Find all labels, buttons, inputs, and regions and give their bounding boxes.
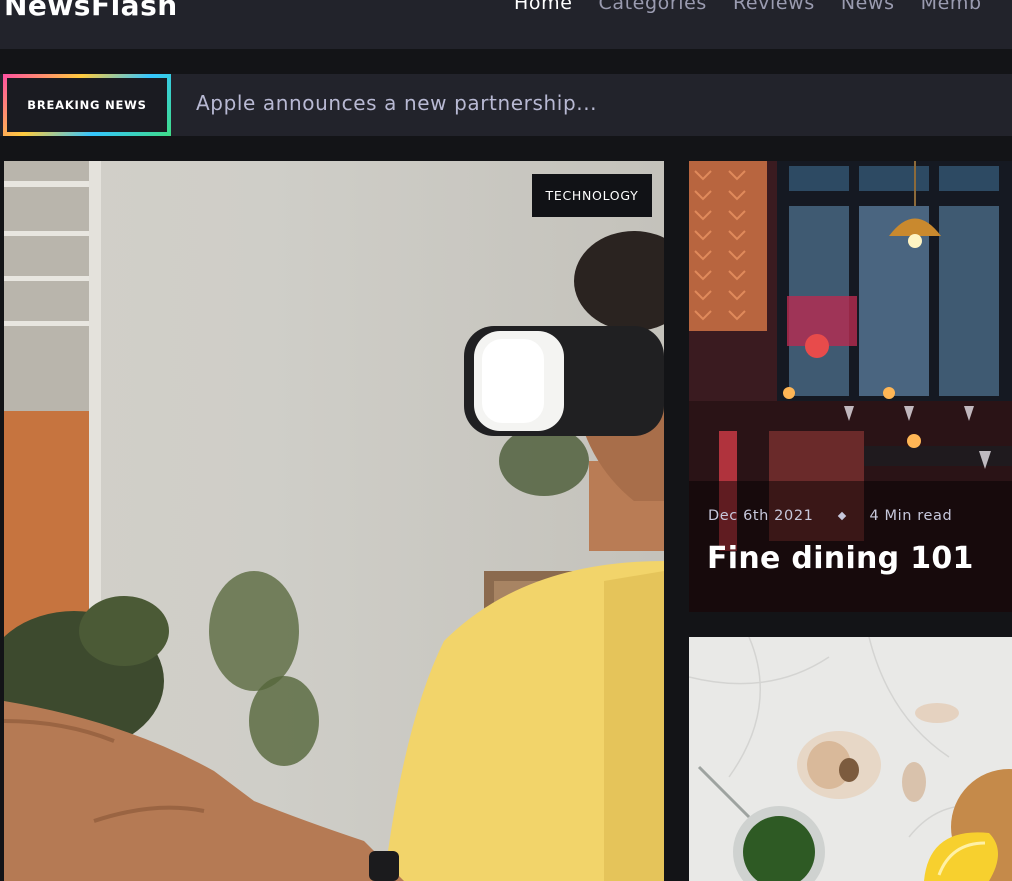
main-nav: Home Categories Reviews News Memb [514, 0, 982, 16]
page: NewsFlash Home Categories Reviews News M… [0, 0, 1012, 881]
featured-article-card[interactable]: TECHNOLOGY [4, 161, 664, 881]
article-title[interactable]: Fine dining 101 [707, 541, 974, 576]
featured-article-image [4, 161, 664, 881]
nav-home[interactable]: Home [514, 0, 573, 16]
category-tag[interactable]: TECHNOLOGY [532, 174, 652, 217]
site-logo[interactable]: NewsFlash [4, 0, 178, 22]
top-header: NewsFlash Home Categories Reviews News M… [0, 0, 1012, 49]
nav-membership[interactable]: Memb [921, 0, 982, 16]
article-card-food[interactable] [689, 637, 1012, 881]
breaking-news-bar: BREAKING NEWS Apple announces a new part… [0, 74, 1012, 136]
breaking-news-headline[interactable]: Apple announces a new partnership... [196, 91, 597, 115]
breaking-news-label: BREAKING NEWS [27, 98, 147, 112]
article-read-time: 4 Min read [869, 508, 953, 524]
breaking-news-badge: BREAKING NEWS [3, 74, 171, 136]
separator-dot-icon [838, 511, 847, 521]
nav-news[interactable]: News [841, 0, 895, 16]
nav-reviews[interactable]: Reviews [733, 0, 815, 16]
article-meta: Dec 6th 2021 4 Min read [708, 508, 952, 524]
nav-categories[interactable]: Categories [599, 0, 707, 16]
article-date: Dec 6th 2021 [708, 508, 814, 524]
article-image-garlic-lemon [689, 637, 1012, 881]
article-card-fine-dining[interactable]: Dec 6th 2021 4 Min read Fine dining 101 [689, 161, 1012, 612]
